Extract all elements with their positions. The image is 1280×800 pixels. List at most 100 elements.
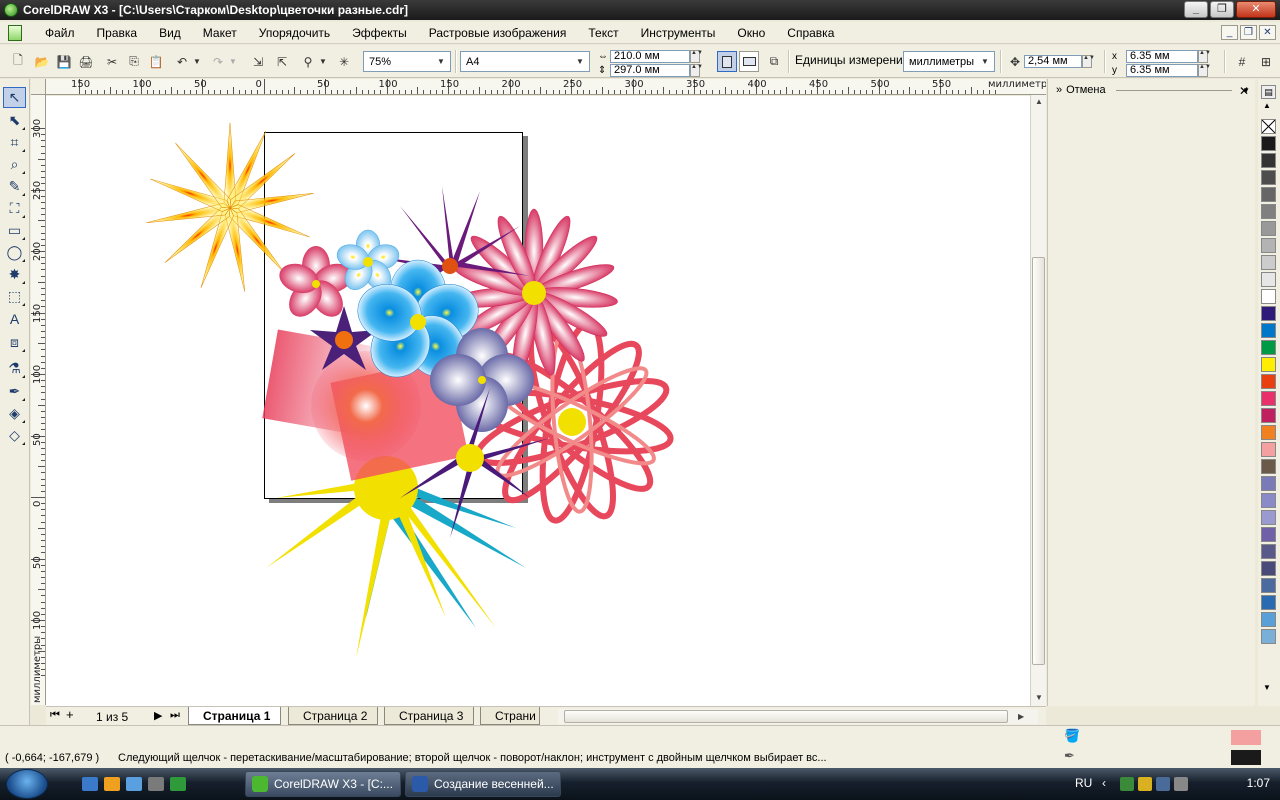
redo-icon[interactable]: ↷ xyxy=(208,51,228,72)
basic-shapes-tool-icon[interactable]: ⬚ xyxy=(3,286,26,307)
menu-tools[interactable]: Инструменты xyxy=(630,22,727,44)
palette-swatch[interactable] xyxy=(1261,629,1276,644)
duplicate-x-spinner[interactable]: ▲▼ xyxy=(1198,50,1211,63)
palette-swatch[interactable] xyxy=(1261,578,1276,593)
start-button[interactable] xyxy=(6,769,48,799)
menu-file[interactable]: Файл xyxy=(34,22,86,44)
page-tab-2[interactable]: Страница 2 xyxy=(288,707,379,725)
palette-swatch[interactable] xyxy=(1261,187,1276,202)
open-icon[interactable]: 📂 xyxy=(32,51,52,72)
tray-security-icon[interactable] xyxy=(1138,777,1152,791)
palette-swatch[interactable] xyxy=(1261,272,1276,287)
tray-expand-icon[interactable]: ‹ xyxy=(1102,776,1106,790)
fill-tool-icon[interactable]: ◈ xyxy=(3,403,26,424)
menu-bitmaps[interactable]: Растровые изображения xyxy=(418,22,578,44)
zoom-level-combo[interactable]: 75% ▼ xyxy=(363,51,451,72)
zoom-tool-icon[interactable]: ⌕ xyxy=(3,154,26,175)
no-color-swatch[interactable] xyxy=(1261,119,1276,134)
next-page-icon[interactable]: ▶ xyxy=(154,709,162,722)
doc-restore-button[interactable]: ❐ xyxy=(1240,25,1257,40)
new-document-icon[interactable]: 🗋 xyxy=(8,51,28,72)
palette-swatch[interactable] xyxy=(1261,170,1276,185)
palette-swatch[interactable] xyxy=(1261,238,1276,253)
palette-swatch[interactable] xyxy=(1261,510,1276,525)
doc-minimize-button[interactable]: _ xyxy=(1221,25,1238,40)
clock[interactable]: 1:07 xyxy=(1247,776,1270,790)
palette-swatch[interactable] xyxy=(1261,408,1276,423)
page-tab-4[interactable]: Страни xyxy=(480,707,540,725)
docker-expand-icon[interactable]: » xyxy=(1056,84,1062,96)
snap-to-guidelines-icon[interactable]: ⊞ xyxy=(1256,51,1276,72)
freehand-tool-icon[interactable]: ✎ xyxy=(3,176,26,197)
import-icon[interactable]: ⇲ xyxy=(248,51,268,72)
paper-size-combo[interactable]: A4 ▼ xyxy=(460,51,590,72)
excel-icon[interactable] xyxy=(170,777,186,791)
palette-swatch[interactable] xyxy=(1261,391,1276,406)
palette-swatch[interactable] xyxy=(1261,374,1276,389)
text-tool-icon[interactable]: A xyxy=(3,308,26,329)
current-outline-swatch[interactable] xyxy=(1231,750,1261,765)
launcher-dropdown-icon[interactable]: ▼ xyxy=(318,51,328,72)
palette-swatch[interactable] xyxy=(1261,425,1276,440)
duplicate-x-field[interactable]: 6.35 мм xyxy=(1126,50,1198,63)
ellipse-tool-icon[interactable]: ◯ xyxy=(3,242,26,263)
restore-button[interactable]: ❐ xyxy=(1210,1,1234,18)
palette-swatch[interactable] xyxy=(1261,476,1276,491)
palette-swatch[interactable] xyxy=(1261,323,1276,338)
landscape-button[interactable] xyxy=(739,51,759,72)
palette-swatch[interactable] xyxy=(1261,289,1276,304)
export-icon[interactable]: ⇱ xyxy=(272,51,292,72)
duplicate-y-spinner[interactable]: ▲▼ xyxy=(1198,64,1211,77)
palette-swatch[interactable] xyxy=(1261,527,1276,542)
current-fill-swatch[interactable] xyxy=(1231,730,1261,745)
task-coreldraw[interactable]: CorelDRAW X3 - [C:... xyxy=(245,771,401,797)
menu-text[interactable]: Текст xyxy=(577,22,629,44)
vertical-scroll-thumb[interactable] xyxy=(1032,257,1045,665)
quicklaunch-app-icon[interactable] xyxy=(148,777,164,791)
palette-swatch[interactable] xyxy=(1261,442,1276,457)
rectangle-tool-icon[interactable]: ▭ xyxy=(3,220,26,241)
palette-swatch[interactable] xyxy=(1261,595,1276,610)
cut-icon[interactable]: ✂ xyxy=(102,51,122,72)
print-icon[interactable]: 🖨 xyxy=(76,51,96,72)
palette-swatch[interactable] xyxy=(1261,459,1276,474)
application-launcher-icon[interactable]: ⚲ xyxy=(298,51,318,72)
scroll-right-icon[interactable]: ▶ xyxy=(1018,712,1024,721)
coreldraw-app-icon[interactable] xyxy=(4,3,18,17)
palette-swatch[interactable] xyxy=(1261,340,1276,355)
page-height-field[interactable]: 297.0 мм xyxy=(610,64,690,77)
tray-network-icon[interactable] xyxy=(1156,777,1170,791)
language-indicator[interactable]: RU xyxy=(1075,776,1092,790)
scroll-down-icon[interactable]: ▼ xyxy=(1035,693,1043,702)
pick-tool-icon[interactable]: ↖ xyxy=(3,87,26,108)
menu-window[interactable]: Окно xyxy=(726,22,776,44)
palette-swatch[interactable] xyxy=(1261,153,1276,168)
vertical-ruler[interactable]: 300 250 200 150 100 50 0 50 100 миллиметры xyxy=(31,95,46,705)
palette-scroll-down-icon[interactable]: ▼ xyxy=(1263,683,1271,692)
document-icon[interactable] xyxy=(8,24,22,41)
menu-effects[interactable]: Эффекты xyxy=(341,22,418,44)
smart-fill-tool-icon[interactable]: ⛶ xyxy=(3,198,26,219)
scroll-up-icon[interactable]: ▲ xyxy=(1035,97,1043,106)
interactive-fill-tool-icon[interactable]: ◇ xyxy=(3,425,26,446)
redo-dropdown-icon[interactable]: ▼ xyxy=(228,51,238,72)
polygon-tool-icon[interactable]: ✸ xyxy=(3,264,26,285)
page-tab-3[interactable]: Страница 3 xyxy=(384,707,475,725)
palette-scroll-up-icon[interactable]: ▲ xyxy=(1263,101,1271,110)
menu-help[interactable]: Справка xyxy=(776,22,845,44)
palette-swatch[interactable] xyxy=(1261,136,1276,151)
eyedropper-tool-icon[interactable]: ⚗ xyxy=(3,358,26,379)
nudge-spinner[interactable]: ▲▼ xyxy=(1082,55,1095,68)
media-player-icon[interactable] xyxy=(104,777,120,791)
snap-to-grid-icon[interactable]: # xyxy=(1232,51,1252,72)
ruler-origin[interactable] xyxy=(31,79,46,95)
palette-options-icon[interactable]: ▤ xyxy=(1261,85,1276,99)
tray-app-icon[interactable] xyxy=(1120,777,1134,791)
vertical-scrollbar[interactable]: ▲ ▼ xyxy=(1030,95,1046,706)
all-pages-icon[interactable]: ⧉ xyxy=(764,51,784,72)
menu-edit[interactable]: Правка xyxy=(86,22,149,44)
first-page-icon[interactable]: ⏮ xyxy=(50,709,60,722)
add-page-icon[interactable]: + xyxy=(66,707,74,722)
horizontal-scroll-thumb[interactable] xyxy=(564,710,1008,723)
drawing-canvas[interactable] xyxy=(46,96,1030,706)
